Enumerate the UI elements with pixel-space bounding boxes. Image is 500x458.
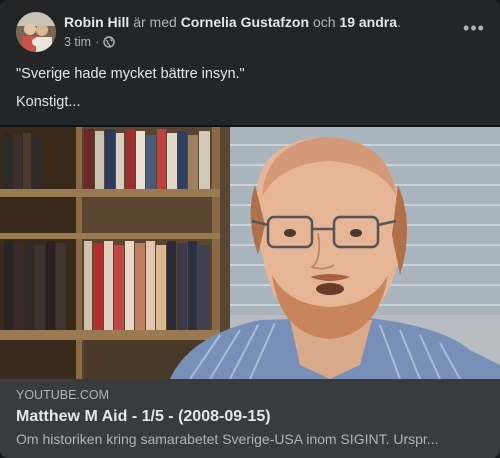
link-preview[interactable]: YOUTUBE.COM Matthew M Aid - 1/5 - (2008-… <box>0 379 500 458</box>
globe-icon[interactable] <box>103 36 115 48</box>
link-title[interactable]: Matthew M Aid - 1/5 - (2008-09-15) <box>16 407 484 427</box>
dot-separator: · <box>95 35 100 49</box>
and-text: och <box>312 14 336 30</box>
author-name[interactable]: Robin Hill <box>64 14 129 30</box>
link-domain: YOUTUBE.COM <box>16 388 110 402</box>
post-meta: Robin Hill är med Cornelia Gustafzon och… <box>64 13 444 50</box>
tagged-person[interactable]: Cornelia Gustafzon <box>181 14 309 30</box>
feed-post: Robin Hill är med Cornelia Gustafzon och… <box>0 0 500 458</box>
link-description: Om historiken kring samarabetet Sverige-… <box>16 431 439 447</box>
with-text: är med <box>133 14 177 30</box>
post-header: Robin Hill är med Cornelia Gustafzon och… <box>16 12 484 52</box>
more-options-icon[interactable]: ••• <box>458 16 490 40</box>
avatar[interactable] <box>16 12 56 52</box>
post-subline: 3 tim · <box>64 34 444 50</box>
post-text-line-2: Konstigt... <box>16 94 81 110</box>
post-text: "Sverige hade mycket bättre insyn." Kons… <box>16 64 484 120</box>
link-thumbnail[interactable] <box>0 125 500 379</box>
author-line: Robin Hill är med Cornelia Gustafzon och… <box>64 13 444 31</box>
timestamp[interactable]: 3 tim <box>64 34 91 50</box>
post-text-line-1: "Sverige hade mycket bättre insyn." <box>16 66 245 82</box>
others-link[interactable]: 19 andra <box>339 14 397 30</box>
period: . <box>397 14 401 30</box>
